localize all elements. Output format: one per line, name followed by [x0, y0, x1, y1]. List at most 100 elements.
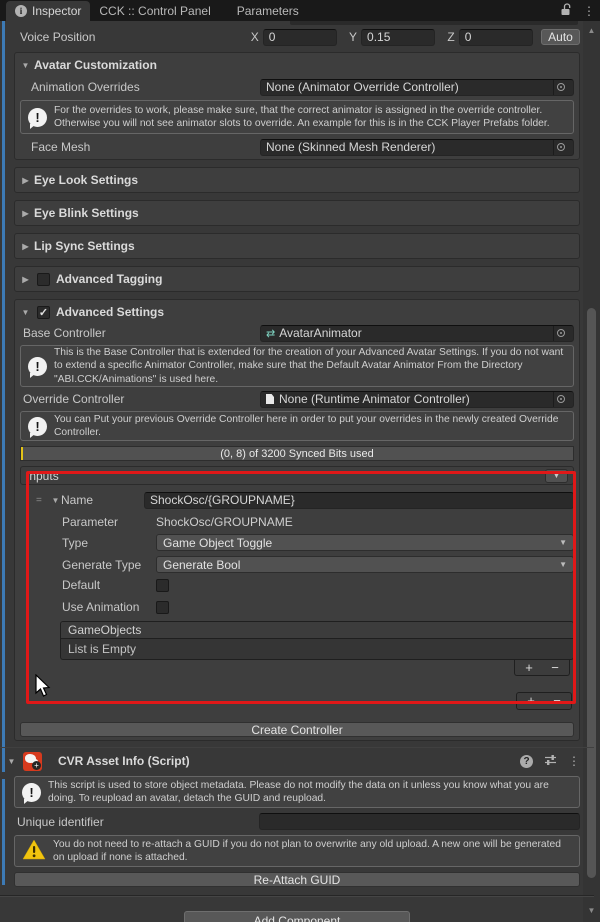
tab-inspector[interactable]: i Inspector: [6, 1, 90, 21]
face-mesh-row: Face Mesh None (Skinned Mesh Renderer): [20, 138, 574, 156]
add-component-button[interactable]: Add Component: [184, 911, 410, 922]
input-generate-type-row: Generate Type Generate Bool ▼: [20, 556, 574, 573]
scroll-up-icon[interactable]: ▲: [583, 26, 600, 35]
voice-y-label: Y: [349, 30, 357, 44]
drag-handle-icon[interactable]: =: [36, 495, 50, 506]
voice-auto-label: Auto: [548, 30, 573, 44]
input-default-row: Default: [20, 578, 574, 592]
info-bubble-icon: !: [22, 783, 41, 802]
override-controller-value: None (Runtime Animator Controller): [279, 392, 470, 406]
input-parameter-row: Parameter ShockOsc/GROUPNAME: [20, 514, 574, 530]
window-menu-icon[interactable]: ⋮: [583, 5, 595, 17]
override-help-box: ! You can Put your previous Override Con…: [20, 411, 574, 441]
object-picker-icon[interactable]: [553, 392, 568, 407]
input-parameter-label: Parameter: [62, 515, 156, 529]
lock-icon[interactable]: [560, 3, 572, 19]
input-default-checkbox[interactable]: [156, 579, 169, 592]
input-generate-type-dropdown[interactable]: Generate Bool ▼: [156, 556, 574, 573]
animation-overrides-field[interactable]: None (Animator Override Controller): [260, 79, 574, 96]
add-component-label: Add Component: [254, 914, 341, 922]
voice-x-field[interactable]: 0: [263, 29, 337, 46]
object-picker-icon[interactable]: [553, 140, 568, 155]
reattach-guid-button[interactable]: Re-Attach GUID: [14, 872, 580, 887]
foldout-open-icon[interactable]: ▼: [6, 757, 17, 766]
base-controller-field[interactable]: ⇄ AvatarAnimator: [260, 325, 574, 342]
avatar-customization-header[interactable]: ▼ Avatar Customization: [20, 56, 574, 74]
object-picker-icon[interactable]: [553, 326, 568, 341]
input-default-label: Default: [62, 578, 156, 592]
clipped-field-above: [290, 21, 578, 25]
unique-identifier-field[interactable]: [259, 813, 580, 830]
advanced-settings-header[interactable]: ▼ ✓ Advanced Settings: [20, 303, 574, 321]
eye-blink-settings-section[interactable]: ▶ Eye Blink Settings: [14, 200, 580, 226]
presets-icon[interactable]: [544, 754, 557, 769]
base-controller-row: Base Controller ⇄ AvatarAnimator: [20, 324, 574, 342]
create-controller-label: Create Controller: [251, 723, 342, 737]
tab-cck-label: CCK :: Control Panel: [99, 4, 210, 18]
tab-cck-control-panel[interactable]: CCK :: Control Panel: [90, 1, 219, 21]
eye-look-settings-section[interactable]: ▶ Eye Look Settings: [14, 167, 580, 193]
input-generate-type-label: Generate Type: [62, 558, 156, 572]
input-type-dropdown[interactable]: Game Object Toggle ▼: [156, 534, 574, 551]
input-name-row: = ▼ Name ShockOsc/{GROUPNAME}: [20, 491, 574, 509]
inspector-info-icon: i: [15, 5, 27, 17]
lip-sync-settings-title: Lip Sync Settings: [34, 239, 135, 253]
input-use-animation-checkbox[interactable]: [156, 601, 169, 614]
inputs-add-button[interactable]: +: [521, 694, 541, 708]
foldout-open-icon: ▼: [20, 308, 31, 317]
advanced-settings-checkbox[interactable]: ✓: [37, 306, 50, 319]
warning-triangle-icon: [22, 839, 46, 863]
object-picker-icon[interactable]: [553, 80, 568, 95]
cvr-asset-info-header[interactable]: ▼ + CVR Asset Info (Script) ?: [14, 750, 580, 772]
tab-parameters[interactable]: Parameters: [228, 1, 308, 21]
scroll-down-icon[interactable]: ▼: [583, 906, 600, 915]
avatar-customization-title: Avatar Customization: [34, 58, 157, 72]
face-mesh-label: Face Mesh: [20, 140, 260, 154]
accent-stripe-top: [2, 21, 5, 772]
inspector-window: i Inspector CCK :: Control Panel Paramet…: [0, 0, 600, 922]
gameobjects-list-header[interactable]: GameObjects: [61, 622, 573, 639]
avatar-customization-section: ▼ Avatar Customization Animation Overrid…: [14, 52, 580, 160]
advanced-tagging-section[interactable]: ▶ Advanced Tagging: [14, 266, 580, 292]
info-bubble-icon: !: [28, 108, 47, 127]
advanced-tagging-checkbox[interactable]: [37, 273, 50, 286]
help-icon[interactable]: ?: [520, 755, 533, 768]
synced-bits-bar: (0, 8) of 3200 Synced Bits used: [20, 446, 574, 461]
info-bubble-icon: !: [28, 357, 47, 376]
voice-auto-button[interactable]: Auto: [541, 29, 580, 45]
scrollbar-thumb[interactable]: [587, 308, 596, 878]
controller-file-icon: [266, 394, 274, 404]
gameobjects-remove-button[interactable]: −: [545, 661, 565, 675]
create-controller-button[interactable]: Create Controller: [20, 722, 574, 737]
accent-stripe-bottom: [2, 779, 5, 885]
overrides-help-box: ! For the overrides to work, please make…: [20, 100, 574, 134]
foldout-open-icon: ▼: [20, 61, 31, 70]
input-type-row: Type Game Object Toggle ▼: [20, 534, 574, 551]
face-mesh-field[interactable]: None (Skinned Mesh Renderer): [260, 139, 574, 156]
reattach-guid-label: Re-Attach GUID: [254, 873, 341, 887]
gameobjects-add-button[interactable]: +: [519, 661, 539, 675]
component-menu-icon[interactable]: ⋮: [568, 755, 580, 767]
input-name-field[interactable]: ShockOsc/{GROUPNAME}: [144, 492, 574, 509]
inputs-remove-button[interactable]: −: [547, 694, 567, 708]
cvr-asset-info-title: CVR Asset Info (Script): [58, 754, 190, 768]
voice-z-field[interactable]: 0: [459, 29, 533, 46]
info-bubble-icon: !: [28, 417, 47, 436]
override-controller-field[interactable]: None (Runtime Animator Controller): [260, 391, 574, 408]
inputs-dropdown-icon[interactable]: ▼: [545, 469, 568, 483]
input-type-value: Game Object Toggle: [163, 536, 272, 550]
override-controller-row: Override Controller None (Runtime Animat…: [20, 390, 574, 408]
tab-parameters-label: Parameters: [237, 4, 299, 18]
unique-identifier-label: Unique identifier: [14, 815, 259, 829]
input-type-label: Type: [62, 536, 156, 550]
foldout-open-icon[interactable]: ▼: [50, 496, 61, 505]
footer-divider: [0, 895, 594, 897]
gameobjects-empty-label: List is Empty: [68, 642, 136, 656]
scrollbar[interactable]: ▲ ▼: [583, 21, 600, 922]
lip-sync-settings-section[interactable]: ▶ Lip Sync Settings: [14, 233, 580, 259]
inputs-header[interactable]: Inputs ▼: [20, 466, 574, 485]
voice-position-row: Voice Position X 0 Y 0.15 Z 0 Auto: [14, 28, 580, 46]
synced-bits-text: (0, 8) of 3200 Synced Bits used: [220, 448, 373, 460]
voice-y-field[interactable]: 0.15: [361, 29, 435, 46]
input-name-value: ShockOsc/{GROUPNAME}: [150, 493, 295, 507]
